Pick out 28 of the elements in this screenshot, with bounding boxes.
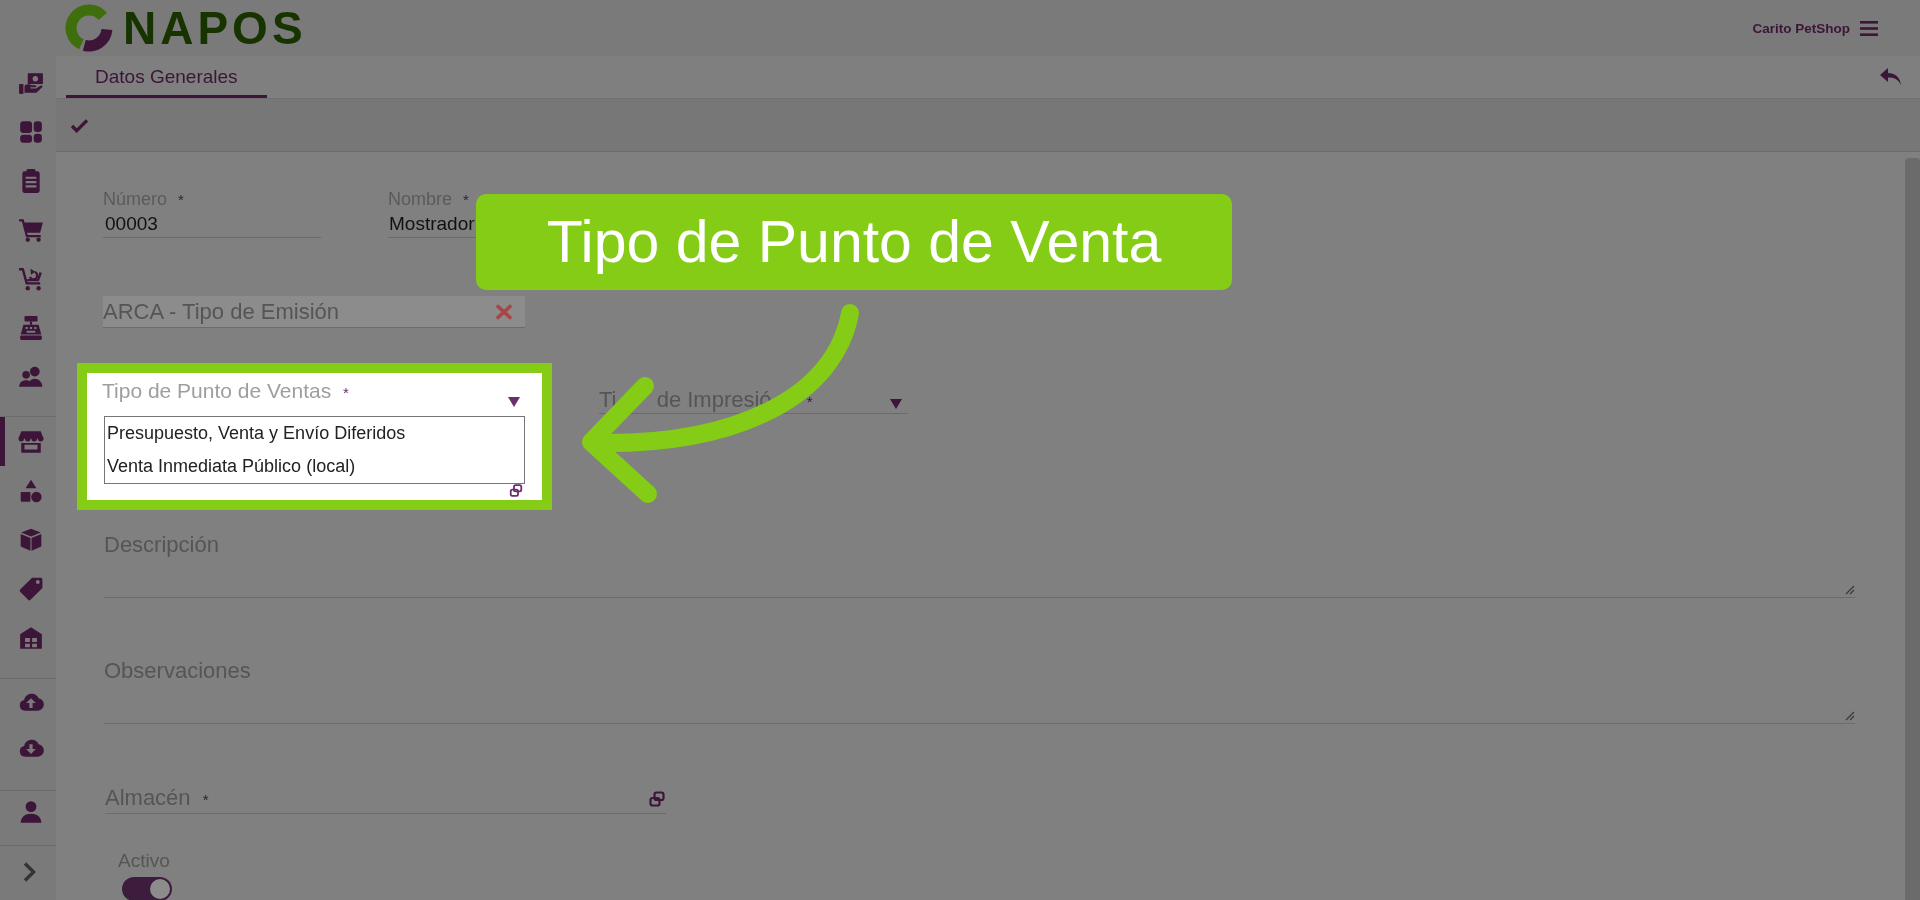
window-icon[interactable] <box>509 484 523 497</box>
resize-handle-icon[interactable] <box>1845 711 1855 721</box>
box-icon[interactable] <box>18 526 44 553</box>
dashboard-icon[interactable] <box>18 118 44 145</box>
dropdown-option[interactable]: Presupuesto, Venta y Envío Diferidos <box>105 417 524 450</box>
caret-icon[interactable] <box>890 399 902 409</box>
window-icon[interactable] <box>649 791 665 807</box>
logo-text: NAPOS <box>123 4 307 52</box>
shapes-icon[interactable] <box>18 477 44 504</box>
warehouse-icon[interactable] <box>18 624 44 651</box>
user-icon[interactable] <box>18 799 44 825</box>
field-label: Tipo de Punto de Ventas * <box>102 380 349 404</box>
resize-handle-icon[interactable] <box>1845 585 1855 595</box>
toggle-switch[interactable] <box>122 877 172 900</box>
cart-return-icon[interactable] <box>18 265 44 292</box>
cash-register-icon[interactable] <box>18 314 44 341</box>
caret-icon[interactable] <box>508 397 520 407</box>
dropdown-option[interactable]: Venta Inmediata Público (local) <box>105 450 524 483</box>
input-field[interactable]: 00003 <box>103 211 321 238</box>
menu-icon[interactable] <box>1860 19 1878 37</box>
check-icon[interactable] <box>70 117 89 133</box>
cart-icon[interactable] <box>18 216 44 243</box>
logo-icon <box>65 4 113 52</box>
price-tag-icon[interactable] <box>18 575 44 602</box>
store-name: Carito PetShop <box>1752 20 1850 36</box>
back-arrow-icon[interactable] <box>1879 67 1903 87</box>
store-icon[interactable] <box>18 428 44 455</box>
callout-banner: Tipo de Punto de Venta <box>476 194 1232 290</box>
